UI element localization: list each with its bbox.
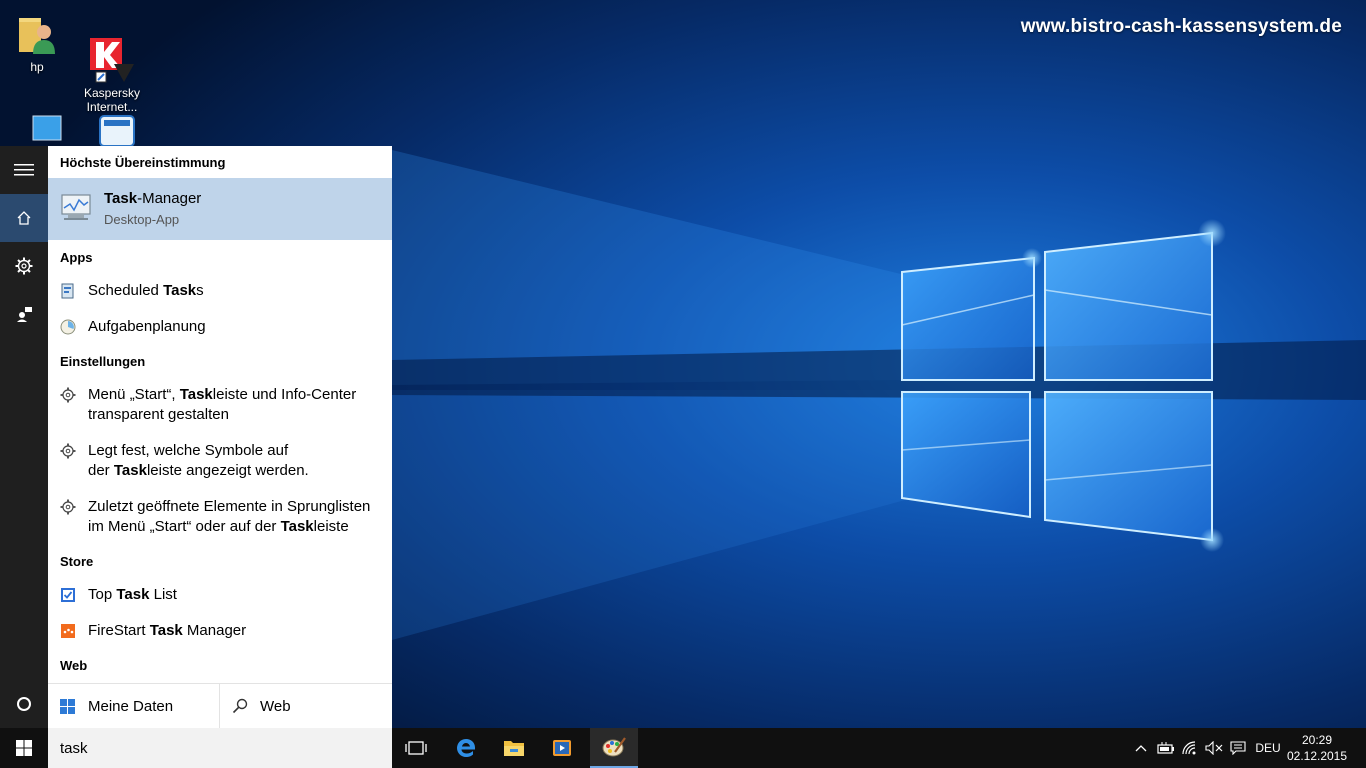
user-folder-icon: [13, 10, 61, 58]
setting-item-jump-lists[interactable]: Zuletzt geöffnete Elemente in Sprunglist…: [48, 497, 392, 541]
gear-icon: [60, 499, 76, 515]
clock[interactable]: 20:29 02.12.2015: [1282, 732, 1352, 764]
app-item-label: Aufgabenplanung: [88, 318, 206, 335]
paint-app-button[interactable]: [590, 728, 638, 768]
home-button[interactable]: [0, 194, 48, 242]
app-item-scheduled-tasks[interactable]: Scheduled Tasks: [48, 281, 392, 309]
my-data-label: Meine Daten: [88, 698, 174, 715]
firestart-app-icon: [61, 624, 75, 638]
settings-header: Einstellungen: [60, 354, 146, 369]
desktop-icon-label: hp: [30, 60, 44, 74]
clock-time: 20:29: [1301, 733, 1333, 747]
desktop-icon-hp[interactable]: hp: [2, 10, 72, 74]
feedback-icon: [17, 307, 32, 322]
web-search-button[interactable]: Web: [220, 684, 392, 728]
setting-item-taskbar-symbols[interactable]: Legt fest, welche Symbole auf der Taskle…: [48, 441, 392, 485]
show-hidden-icons-button[interactable]: [1132, 728, 1150, 768]
search-box[interactable]: [48, 728, 392, 768]
desktop-icon-kaspersky[interactable]: Kaspersky Internet...: [77, 8, 147, 128]
edge-icon: [457, 739, 475, 757]
windows-logo-icon: [60, 699, 75, 714]
desktop-icon-label: Kaspersky Internet...: [83, 86, 141, 114]
start-button[interactable]: [0, 728, 48, 768]
clock-date: 02.12.2015: [1286, 749, 1348, 763]
gear-icon: [60, 387, 76, 403]
app-item-label: Scheduled Tasks: [88, 282, 204, 299]
windows-logo-icon: [16, 740, 32, 756]
media-player-icon: [553, 740, 571, 756]
kaspersky-icon: [88, 22, 136, 83]
clock-icon: [60, 319, 76, 335]
store-item-label: FireStart Task Manager: [88, 622, 247, 639]
start-menu-rail: [0, 146, 48, 728]
home-icon: [17, 211, 31, 225]
best-match-title: Task-Manager: [104, 190, 202, 207]
gear-icon: [15, 257, 33, 275]
battery-button[interactable]: [1155, 728, 1177, 768]
gear-icon: [60, 443, 76, 459]
menu-expand-button[interactable]: [0, 146, 48, 194]
store-item-firestart[interactable]: FireStart Task Manager: [48, 621, 392, 649]
cortana-ring-icon: [17, 697, 31, 711]
store-header: Store: [60, 554, 94, 569]
speaker-muted-icon: [1205, 741, 1223, 755]
search-results-panel: Höchste Übereinstimmung Task-Manager Des…: [48, 146, 392, 728]
best-match-subtitle: Desktop-App: [104, 212, 180, 227]
web-header: Web: [60, 658, 88, 673]
task-view-icon: [405, 741, 427, 755]
chevron-up-icon: [1135, 745, 1147, 752]
file-explorer-button[interactable]: [490, 728, 538, 768]
taskbar: DEU 20:29 02.12.2015: [0, 728, 1366, 768]
search-scope-bar: Meine Daten Web: [48, 683, 392, 728]
best-match-task-manager[interactable]: Task-Manager Desktop-App: [48, 178, 392, 240]
feedback-button[interactable]: [0, 290, 48, 338]
battery-icon: [1157, 742, 1174, 754]
search-icon: [232, 698, 248, 714]
app-item-aufgabenplanung[interactable]: Aufgabenplanung: [48, 317, 392, 345]
search-input[interactable]: [60, 738, 380, 758]
apps-header: Apps: [60, 250, 93, 265]
hamburger-icon: [14, 164, 34, 176]
paint-palette-icon: [602, 737, 626, 757]
cortana-button[interactable]: [0, 680, 48, 728]
media-player-button[interactable]: [538, 728, 586, 768]
setting-item-label: Menü „Start“, Taskleiste und Info-Center…: [88, 386, 357, 423]
watermark-text: www.bistro-cash-kassensystem.de: [1020, 16, 1342, 37]
settings-button[interactable]: [0, 242, 48, 290]
setting-item-label: Legt fest, welche Symbole auf der Taskle…: [88, 442, 309, 479]
my-data-button[interactable]: Meine Daten: [48, 684, 219, 728]
message-icon: [1230, 741, 1246, 755]
checkbox-app-icon: [61, 588, 75, 602]
store-item-label: Top Task List: [88, 586, 177, 603]
input-language-button[interactable]: DEU: [1252, 728, 1284, 768]
scheduled-tasks-icon: [61, 283, 74, 299]
web-label: Web: [260, 698, 291, 715]
wifi-icon: [1182, 741, 1196, 755]
volume-button[interactable]: [1203, 728, 1225, 768]
action-center-button[interactable]: [1227, 728, 1249, 768]
folder-icon: [504, 741, 524, 756]
task-view-button[interactable]: [392, 728, 440, 768]
store-item-top-task-list[interactable]: Top Task List: [48, 585, 392, 613]
setting-item-start-transparency[interactable]: Menü „Start“, Taskleiste und Info-Center…: [48, 385, 392, 429]
network-button[interactable]: [1180, 728, 1202, 768]
best-match-header: Höchste Übereinstimmung: [60, 155, 226, 170]
edge-browser-button[interactable]: [442, 728, 490, 768]
task-manager-icon: [61, 194, 91, 220]
setting-item-label: Zuletzt geöffnete Elemente in Sprunglist…: [88, 498, 371, 535]
